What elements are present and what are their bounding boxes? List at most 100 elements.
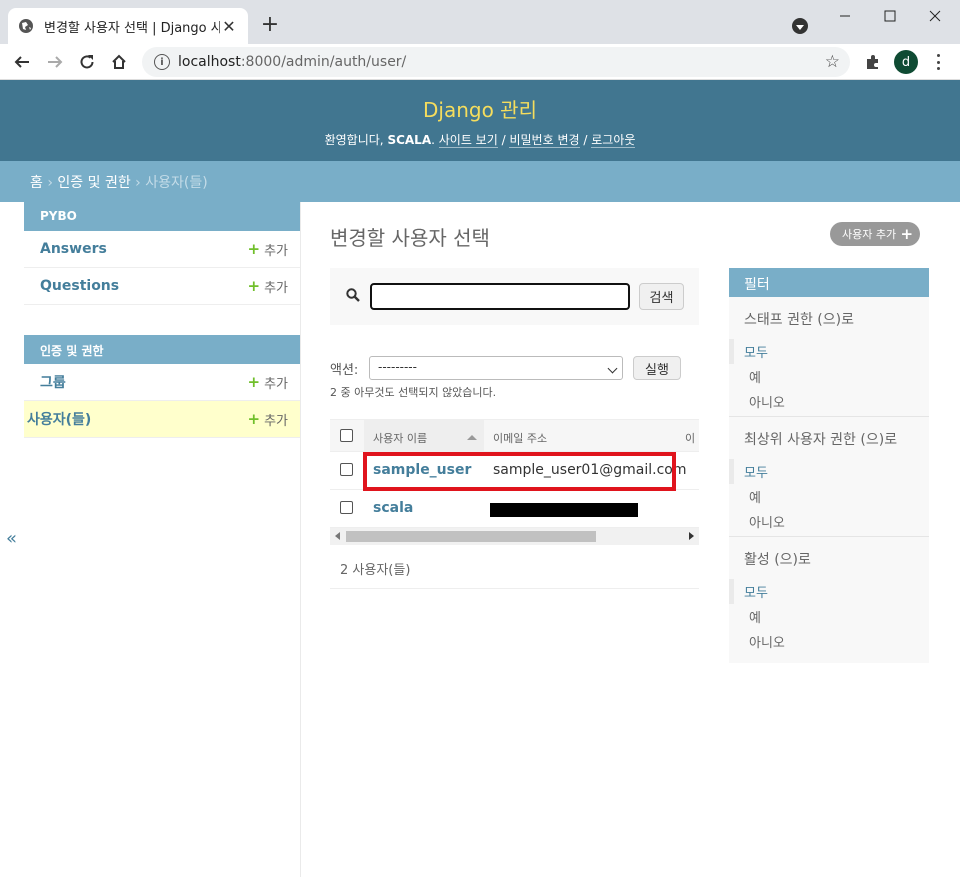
home-icon[interactable] bbox=[107, 50, 131, 74]
breadcrumb-app[interactable]: 인증 및 권한 bbox=[57, 175, 130, 191]
url-path: :8000/admin/auth/user/ bbox=[240, 54, 407, 70]
add-user-link[interactable]: + 추가 bbox=[248, 410, 289, 429]
actions-label: 액션: bbox=[330, 363, 359, 378]
action-selected-value: --------- bbox=[378, 360, 417, 374]
scroll-right-icon[interactable] bbox=[689, 532, 694, 540]
filter-option-all[interactable]: 모두 bbox=[729, 339, 929, 364]
filter-option-all[interactable]: 모두 bbox=[729, 459, 929, 484]
minimize-icon[interactable] bbox=[830, 4, 860, 28]
paginator: 2 사용자(들) bbox=[330, 546, 699, 589]
select-all-checkbox[interactable] bbox=[340, 429, 353, 442]
forward-icon[interactable] bbox=[43, 50, 67, 74]
site-branding[interactable]: Django 관리 bbox=[0, 94, 960, 123]
globe-icon bbox=[18, 18, 34, 34]
column-header-next[interactable]: 이 bbox=[685, 430, 695, 446]
action-counter: 2 중 아무것도 선택되지 않았습니다. bbox=[330, 386, 497, 399]
logout-link[interactable]: 로그아웃 bbox=[591, 133, 636, 148]
scroll-left-icon[interactable] bbox=[335, 532, 340, 540]
filter-option-all[interactable]: 모두 bbox=[729, 579, 929, 604]
plus-icon: + bbox=[900, 225, 914, 243]
username: SCALA bbox=[387, 133, 432, 147]
add-label: 추가 bbox=[264, 243, 288, 259]
horizontal-scrollbar[interactable] bbox=[330, 528, 699, 545]
page-title: 변경할 사용자 선택 bbox=[330, 226, 490, 250]
filter-option-yes[interactable]: 예 bbox=[729, 364, 929, 389]
plus-icon: + bbox=[247, 240, 261, 258]
redacted-email bbox=[490, 503, 638, 517]
sidebar-item-answers[interactable]: Answers + 추가 bbox=[24, 231, 300, 268]
tab-title: 변경할 사용자 선택 | Django 사이 bbox=[44, 20, 220, 36]
browser-toolbar: i localhost:8000/admin/auth/user/ ☆ d bbox=[0, 44, 960, 80]
breadcrumb-home[interactable]: 홈 bbox=[30, 175, 43, 191]
window-close-icon[interactable] bbox=[920, 4, 950, 28]
module-auth: 인증 및 권한 그룹 + 추가 사용자(들) + 추가 bbox=[24, 335, 300, 438]
filter-option-no[interactable]: 아니오 bbox=[729, 389, 929, 414]
new-tab-icon[interactable]: + bbox=[258, 13, 282, 37]
menu-kebab-icon[interactable] bbox=[930, 52, 946, 72]
nav-sidebar: PYBO Answers + 추가 Questions + 추가 인증 및 권한 그… bbox=[24, 202, 301, 877]
address-bar[interactable]: i localhost:8000/admin/auth/user/ ☆ bbox=[142, 47, 850, 77]
browser-tabstrip: 변경할 사용자 선택 | Django 사이 ✕ + bbox=[0, 0, 960, 44]
model-link[interactable]: 그룹 bbox=[40, 372, 66, 392]
highlight-box bbox=[363, 452, 676, 491]
bookmark-star-icon[interactable]: ☆ bbox=[825, 52, 840, 72]
sidebar-item-groups[interactable]: 그룹 + 추가 bbox=[24, 364, 300, 401]
tab-search-icon[interactable] bbox=[792, 18, 808, 34]
column-header-email[interactable]: 이메일 주소 bbox=[493, 430, 547, 446]
add-group-link[interactable]: + 추가 bbox=[248, 373, 289, 392]
sidebar-item-users[interactable]: 사용자(들) + 추가 bbox=[24, 401, 300, 438]
search-icon bbox=[346, 288, 360, 302]
filter-option-no[interactable]: 아니오 bbox=[729, 509, 929, 534]
filter-group-title: 활성 (으)로 bbox=[744, 552, 811, 568]
back-icon[interactable] bbox=[10, 50, 34, 74]
plus-icon: + bbox=[247, 373, 261, 391]
sort-ascending-icon[interactable] bbox=[467, 435, 477, 440]
welcome-text: 환영합니다, bbox=[324, 133, 384, 147]
add-user-button[interactable]: 사용자 추가 + bbox=[830, 222, 921, 246]
run-action-button[interactable]: 실행 bbox=[633, 356, 681, 380]
add-label: 추가 bbox=[264, 376, 288, 392]
scrollbar-thumb[interactable] bbox=[346, 531, 596, 542]
table-header: 사용자 이름 이메일 주소 이 bbox=[330, 419, 699, 453]
change-password-link[interactable]: 비밀번호 변경 bbox=[509, 133, 580, 148]
plus-icon: + bbox=[247, 410, 261, 428]
user-tools: 환영합니다, SCALA. 사이트 보기 / 비밀번호 변경 / 로그아웃 bbox=[324, 133, 636, 148]
module-caption[interactable]: PYBO bbox=[24, 202, 300, 231]
profile-avatar[interactable]: d bbox=[894, 50, 918, 74]
search-button[interactable]: 검색 bbox=[639, 283, 684, 310]
row-checkbox[interactable] bbox=[340, 501, 353, 514]
sidebar-collapse-toggle[interactable]: « bbox=[6, 528, 17, 549]
reload-icon[interactable] bbox=[75, 50, 99, 74]
separator: / bbox=[501, 133, 506, 147]
row-checkbox[interactable] bbox=[340, 463, 353, 476]
separator: / bbox=[583, 133, 588, 147]
add-user-label: 사용자 추가 bbox=[842, 228, 897, 241]
extensions-puzzle-icon[interactable] bbox=[864, 53, 882, 71]
filter-group-superuser: 최상위 사용자 권한 (으)로 모두 예 아니오 bbox=[729, 417, 929, 537]
module-pybo: PYBO Answers + 추가 Questions + 추가 bbox=[24, 202, 300, 305]
model-link[interactable]: Answers bbox=[40, 241, 107, 257]
username-link[interactable]: scala bbox=[373, 500, 413, 516]
browser-tab[interactable]: 변경할 사용자 선택 | Django 사이 ✕ bbox=[8, 8, 248, 44]
changelist-search: 검색 bbox=[330, 268, 699, 325]
admin-header: Django 관리 환영합니다, SCALA. 사이트 보기 / 비밀번호 변경… bbox=[0, 80, 960, 161]
action-select[interactable]: --------- bbox=[369, 356, 623, 380]
breadcrumb: 홈 › 인증 및 권한 › 사용자(들) bbox=[0, 161, 960, 202]
add-answer-link[interactable]: + 추가 bbox=[248, 240, 289, 259]
filter-title: 필터 bbox=[729, 268, 929, 297]
filter-option-yes[interactable]: 예 bbox=[729, 604, 929, 629]
breadcrumb-separator: › bbox=[47, 175, 53, 191]
maximize-icon[interactable] bbox=[875, 4, 905, 28]
view-site-link[interactable]: 사이트 보기 bbox=[438, 133, 498, 148]
info-icon[interactable]: i bbox=[154, 54, 170, 70]
close-icon[interactable]: ✕ bbox=[220, 17, 238, 36]
search-input[interactable] bbox=[370, 283, 630, 310]
model-link[interactable]: Questions bbox=[40, 278, 119, 294]
module-caption[interactable]: 인증 및 권한 bbox=[24, 335, 300, 364]
column-header-username[interactable]: 사용자 이름 bbox=[373, 430, 427, 446]
filter-option-yes[interactable]: 예 bbox=[729, 484, 929, 509]
model-link[interactable]: 사용자(들) bbox=[27, 409, 91, 429]
sidebar-item-questions[interactable]: Questions + 추가 bbox=[24, 268, 300, 305]
add-question-link[interactable]: + 추가 bbox=[248, 277, 289, 296]
filter-option-no[interactable]: 아니오 bbox=[729, 629, 929, 654]
